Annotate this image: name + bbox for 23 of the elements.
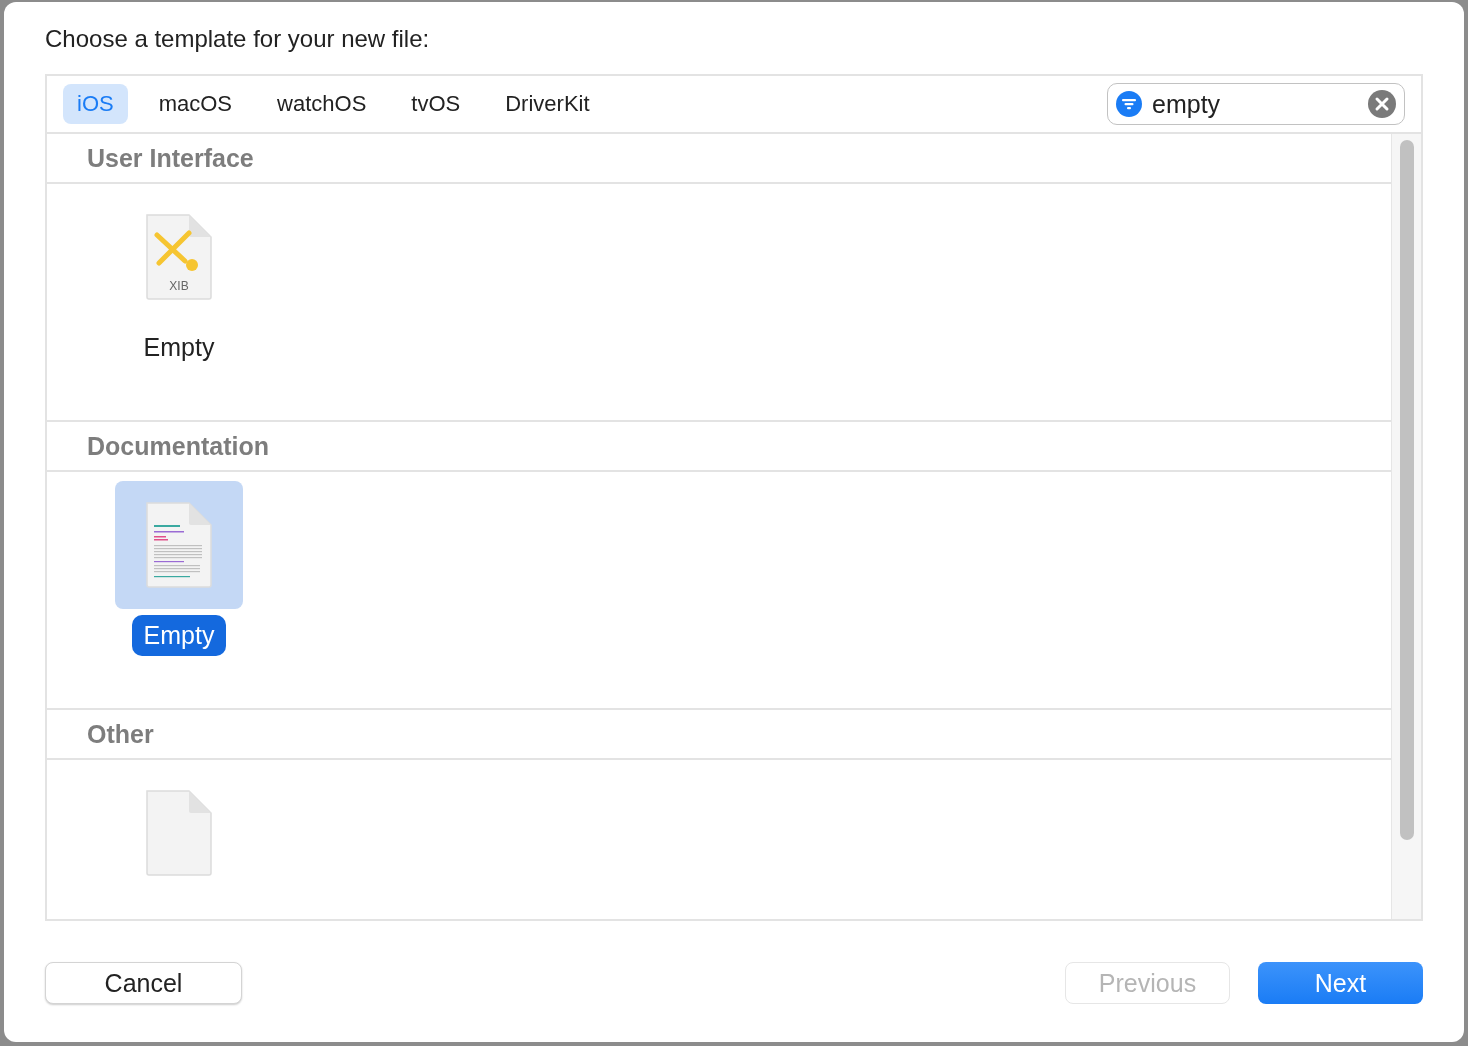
clear-icon[interactable]: [1368, 90, 1396, 118]
search-input[interactable]: empty: [1150, 88, 1360, 120]
blank-file-icon: [145, 789, 213, 877]
section-title: Other: [87, 719, 154, 749]
section-title: Documentation: [87, 431, 269, 461]
dialog-button[interactable]: Cancel: [45, 962, 242, 1004]
filter-icon: [1116, 91, 1142, 117]
document-file-icon: [145, 501, 213, 589]
platform-tab[interactable]: tvOS: [397, 84, 475, 124]
platform-tab[interactable]: DriverKit: [491, 84, 604, 124]
scroll-thumb[interactable]: [1399, 140, 1414, 840]
dialog-button[interactable]: Next: [1258, 962, 1423, 1004]
xib-file-icon: [145, 213, 213, 301]
template-tile[interactable]: XIB: [115, 193, 243, 321]
platform-tab[interactable]: macOS: [144, 84, 247, 124]
dialog-title: Choose a template for your new file:: [45, 24, 431, 54]
file-type-label: XIB: [168, 279, 190, 293]
template-tile[interactable]: [115, 481, 243, 609]
template-label[interactable]: Empty: [131, 615, 227, 656]
template-label[interactable]: Empty: [131, 327, 227, 368]
section-title: User Interface: [87, 143, 254, 173]
search-field[interactable]: empty: [1107, 83, 1405, 125]
platform-tab[interactable]: watchOS: [263, 84, 381, 124]
